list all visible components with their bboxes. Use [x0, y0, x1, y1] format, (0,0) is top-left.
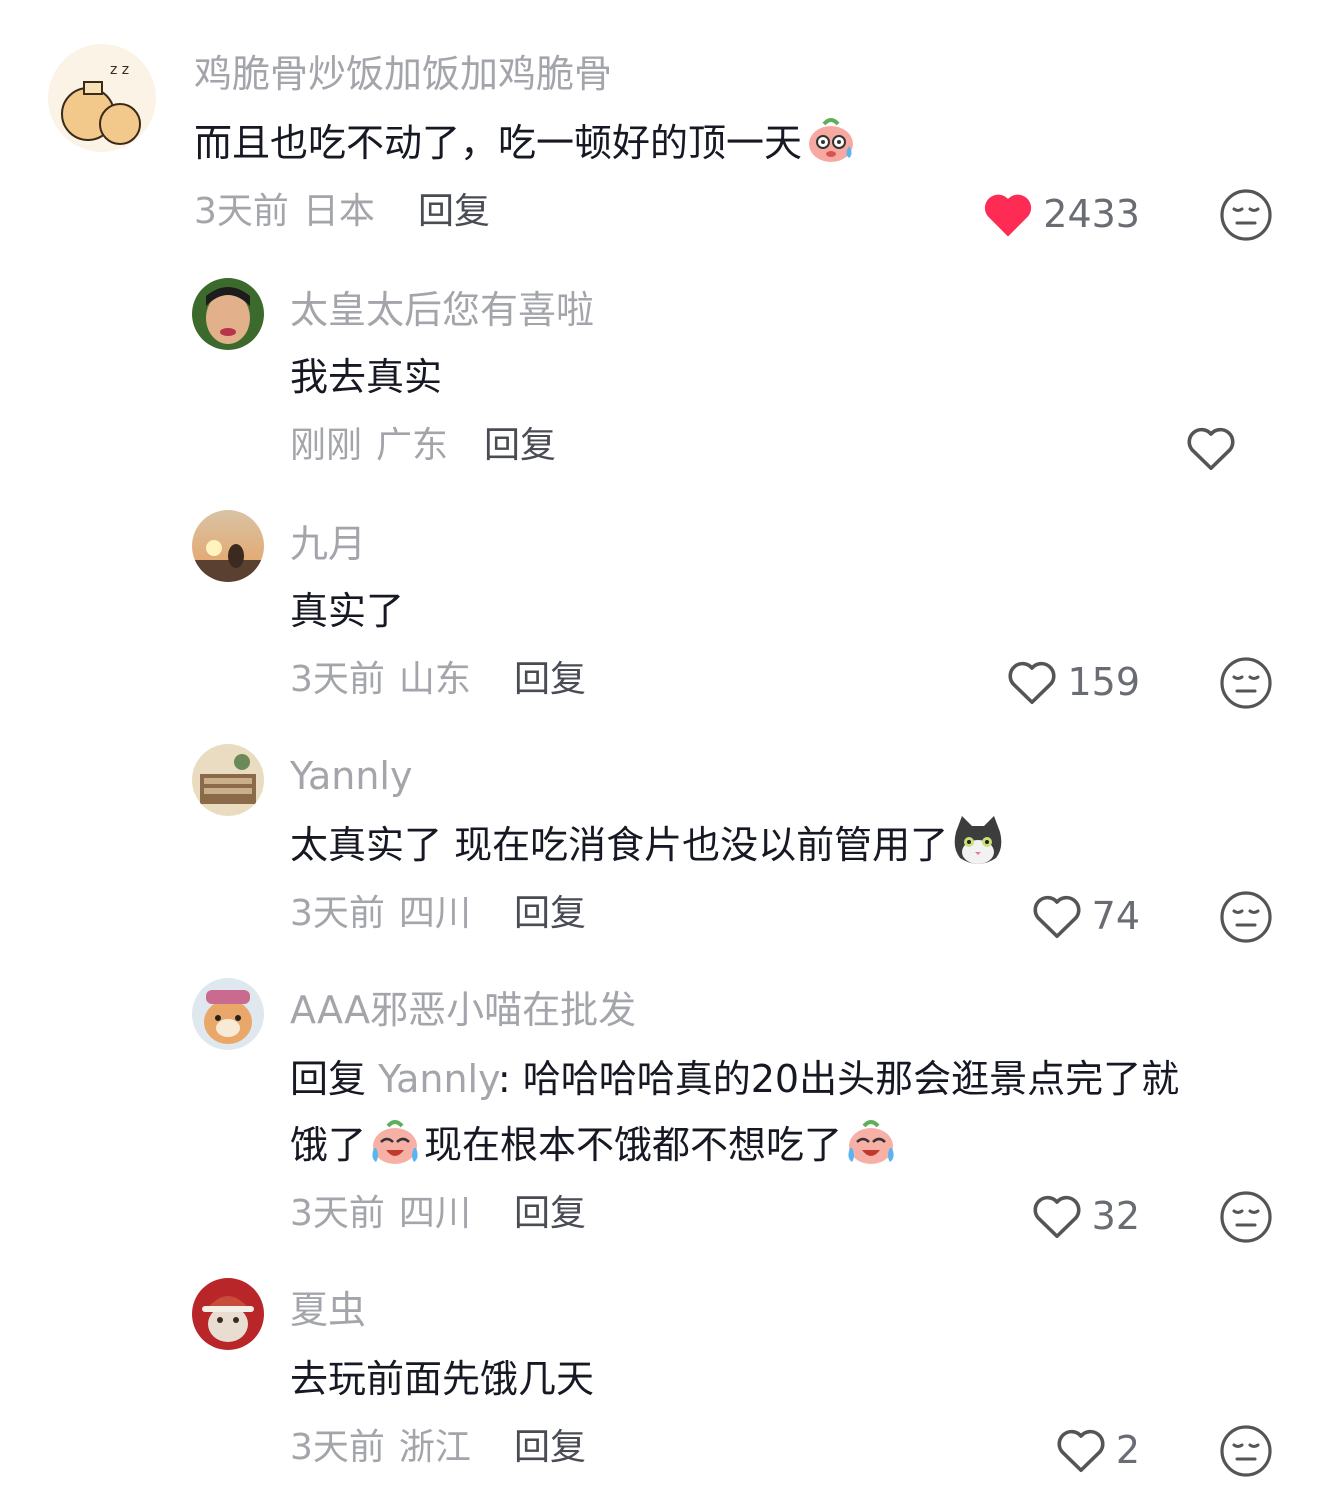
comment-meta: 3天前 日本 — [194, 188, 375, 236]
like-count: 74 — [1091, 894, 1140, 938]
like-button[interactable] — [1184, 420, 1238, 476]
dislike-face-icon[interactable] — [1218, 1423, 1274, 1479]
dislike-face-icon[interactable] — [1218, 655, 1274, 711]
like-button[interactable]: 74 — [1030, 888, 1140, 944]
reply-mention[interactable]: Yannly — [378, 1057, 498, 1101]
comment-meta: 3天前 四川 — [290, 1190, 471, 1238]
like-button[interactable]: 159 — [1005, 654, 1140, 710]
like-count: 159 — [1067, 660, 1140, 704]
comment-list: z z 鸡脆骨炒饭加饭加鸡脆骨 而且也吃不动了，吃一顿好的顶一天 3天前 日本 回… — [0, 0, 1320, 1505]
comment-text-line-2: 饿了 现在根本不饿都不想吃了 — [290, 1112, 900, 1188]
heart-outline-icon — [1008, 661, 1057, 705]
dislike-face-icon[interactable] — [1218, 889, 1274, 945]
comment-time: 3天前 — [194, 191, 289, 232]
comment-time: 刚刚 — [290, 425, 363, 466]
comment-text: 去玩前面先饿几天 — [290, 1357, 595, 1401]
like-count: 2 — [1115, 1428, 1140, 1472]
comment-time: 3天前 — [290, 893, 385, 934]
heart-outline-icon — [1033, 1195, 1081, 1239]
dislike-face-icon[interactable] — [1218, 187, 1274, 243]
comment-username[interactable]: Yannly — [290, 752, 412, 800]
comment-location: 广东 — [376, 425, 449, 466]
dislike-face-icon[interactable] — [1218, 1189, 1274, 1245]
comment-meta: 3天前 四川 — [290, 890, 471, 938]
comment-meta: 刚刚 广东 — [290, 422, 448, 470]
comment-location: 山东 — [398, 659, 471, 700]
heart-filled-icon — [985, 194, 1032, 237]
avatar[interactable] — [192, 1278, 264, 1350]
comment-time: 3天前 — [290, 659, 385, 700]
reply-prefix: 回复 — [290, 1057, 367, 1101]
comment-location: 浙江 — [398, 1427, 471, 1468]
reply-button[interactable]: 回复 — [514, 1424, 586, 1472]
comment-meta: 3天前 浙江 — [290, 1424, 471, 1472]
reply-button[interactable]: 回复 — [514, 656, 586, 704]
comment-location: 日本 — [302, 191, 375, 232]
like-button[interactable]: 2 — [1054, 1422, 1140, 1478]
heart-outline-icon — [1187, 427, 1235, 471]
avatar[interactable] — [192, 278, 264, 350]
like-button[interactable]: 32 — [1030, 1188, 1140, 1244]
comment-username[interactable]: 夏虫 — [290, 1286, 366, 1334]
comment-text-content: 而且也吃不动了，吃一顿好的顶一天 — [194, 121, 803, 165]
comment-location: 四川 — [398, 893, 471, 934]
cat-face-emoji-icon — [950, 814, 1006, 888]
like-button[interactable]: 2433 — [981, 186, 1140, 242]
comment-username[interactable]: 鸡脆骨炒饭加饭加鸡脆骨 — [194, 50, 612, 98]
svg-text:z z: z z — [110, 62, 129, 78]
reply-button[interactable]: 回复 — [484, 422, 556, 470]
comment-text: 真实了 — [290, 589, 405, 633]
crying-laughing-emoji-icon — [368, 1114, 422, 1188]
comment-text: 我去真实 — [290, 355, 443, 399]
comment-username[interactable]: 太皇太后您有喜啦 — [290, 286, 594, 334]
comment-time: 3天前 — [290, 1427, 385, 1468]
heart-outline-icon — [1033, 895, 1081, 939]
avatar[interactable] — [192, 510, 264, 582]
reply-button[interactable]: 回复 — [514, 890, 586, 938]
comment-text-content: 太真实了 现在吃消食片也没以前管用了 — [290, 823, 949, 867]
heart-outline-icon — [1057, 1429, 1105, 1473]
crying-laughing-emoji-icon — [844, 1114, 898, 1188]
comment-username[interactable]: AAA邪恶小喵在批发 — [290, 986, 636, 1034]
avatar[interactable] — [192, 978, 264, 1050]
comment-text-content: 现在根本不饿都不想吃了 — [424, 1123, 843, 1167]
avatar[interactable]: z z — [48, 44, 156, 152]
comment-meta: 3天前 山东 — [290, 656, 471, 704]
comment-time: 3天前 — [290, 1193, 385, 1234]
comment-username[interactable]: 九月 — [290, 520, 366, 568]
reply-button[interactable]: 回复 — [418, 188, 490, 236]
avatar[interactable] — [192, 744, 264, 816]
comment-text: 太真实了 现在吃消食片也没以前管用了 — [290, 812, 1008, 888]
reply-button[interactable]: 回复 — [514, 1190, 586, 1238]
comment-text: 而且也吃不动了，吃一顿好的顶一天 — [194, 110, 860, 186]
like-count: 2433 — [1043, 192, 1140, 236]
comment-text-line-1: 回复 Yannly: 哈哈哈哈真的20出头那会逛景点完了就 — [290, 1046, 1179, 1112]
sweat-face-emoji-icon — [804, 112, 858, 186]
comment-text-content: : 哈哈哈哈真的20出头那会逛景点完了就 — [497, 1057, 1180, 1101]
like-count: 32 — [1091, 1194, 1140, 1238]
comment-text-content: 饿了 — [290, 1123, 367, 1167]
comment-location: 四川 — [398, 1193, 471, 1234]
